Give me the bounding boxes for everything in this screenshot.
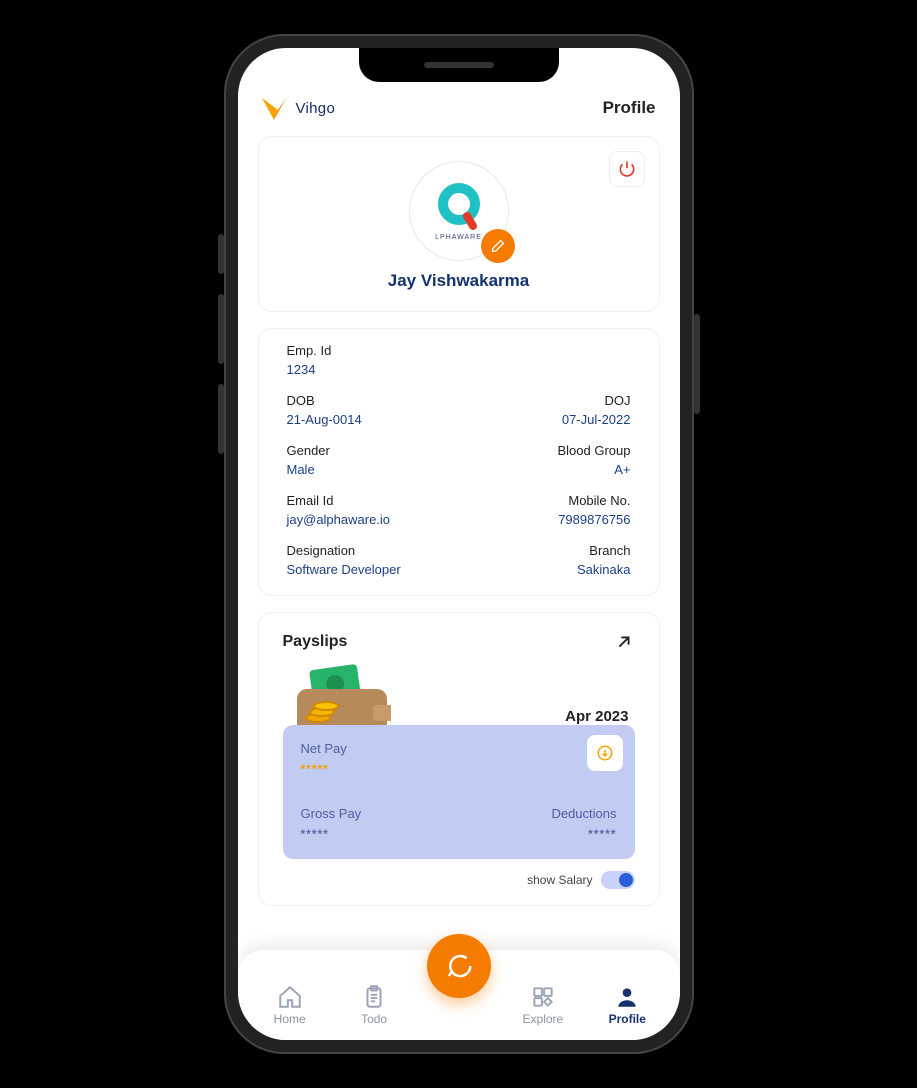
gross-pay-value: ***** bbox=[301, 827, 362, 841]
profile-name: Jay Vishwakarma bbox=[388, 271, 529, 291]
grid-icon bbox=[530, 984, 556, 1010]
avatar: LPHAWARE bbox=[409, 161, 509, 261]
edit-icon bbox=[490, 238, 506, 254]
dob-label: DOB bbox=[287, 393, 362, 408]
emp-id-label: Emp. Id bbox=[287, 343, 631, 358]
mobile-label: Mobile No. bbox=[568, 493, 630, 508]
gender-value: Male bbox=[287, 462, 330, 477]
net-pay-label: Net Pay bbox=[301, 741, 617, 756]
designation-value: Software Developer bbox=[287, 562, 401, 577]
nav-profile-label: Profile bbox=[609, 1012, 646, 1026]
branch-value: Sakinaka bbox=[577, 562, 630, 577]
edit-avatar-button[interactable] bbox=[481, 229, 515, 263]
profile-icon bbox=[614, 984, 640, 1010]
mobile-value: 7989876756 bbox=[558, 512, 630, 527]
nav-explore[interactable]: Explore bbox=[511, 984, 575, 1026]
email-label: Email Id bbox=[287, 493, 391, 508]
designation-label: Designation bbox=[287, 543, 401, 558]
emp-id-value: 1234 bbox=[287, 362, 631, 377]
show-salary-toggle[interactable] bbox=[601, 871, 635, 889]
deductions-value: ***** bbox=[588, 827, 616, 841]
open-payslips-button[interactable] bbox=[613, 631, 635, 653]
volume-up-button bbox=[218, 294, 224, 364]
brand-logo-icon bbox=[258, 92, 290, 124]
screen: Vihgo Profile LPHAWA bbox=[238, 48, 680, 1040]
nav-home-label: Home bbox=[274, 1012, 306, 1026]
gender-label: Gender bbox=[287, 443, 330, 458]
nav-todo-label: Todo bbox=[361, 1012, 387, 1026]
deductions-label: Deductions bbox=[551, 806, 616, 821]
avatar-label: LPHAWARE bbox=[435, 234, 482, 241]
wallet-illustration bbox=[283, 661, 393, 731]
gross-pay-label: Gross Pay bbox=[301, 806, 362, 821]
app-content: Vihgo Profile LPHAWA bbox=[238, 48, 680, 1040]
blood-group-label: Blood Group bbox=[558, 443, 631, 458]
nav-profile[interactable]: Profile bbox=[595, 984, 659, 1026]
bottom-nav: Home Todo Explore bbox=[238, 950, 680, 1040]
payslips-card: Payslips Apr 2023 bbox=[258, 612, 660, 906]
notch bbox=[359, 48, 559, 82]
volume-down-button bbox=[218, 384, 224, 454]
home-icon bbox=[277, 984, 303, 1010]
profile-card: LPHAWARE Jay Vishwakarma bbox=[258, 136, 660, 312]
arrow-up-right-icon bbox=[613, 631, 635, 653]
branch-label: Branch bbox=[589, 543, 630, 558]
brand-name: Vihgo bbox=[296, 100, 336, 117]
logout-button[interactable] bbox=[609, 151, 645, 187]
download-payslip-button[interactable] bbox=[587, 735, 623, 771]
show-salary-label: show Salary bbox=[527, 873, 592, 887]
employee-info-card: Emp. Id 1234 DOB 21-Aug-0014 DOJ 07-Jul-… bbox=[258, 328, 660, 596]
chat-fab[interactable] bbox=[427, 934, 491, 998]
payslips-title: Payslips bbox=[283, 633, 348, 651]
download-icon bbox=[596, 744, 614, 762]
phone-frame: Vihgo Profile LPHAWA bbox=[224, 34, 694, 1054]
side-button bbox=[218, 234, 224, 274]
nav-todo[interactable]: Todo bbox=[342, 984, 406, 1026]
doj-value: 07-Jul-2022 bbox=[562, 412, 631, 427]
email-value: jay@alphaware.io bbox=[287, 512, 391, 527]
nav-explore-label: Explore bbox=[523, 1012, 564, 1026]
netpay-card: Net Pay ***** Gross Pay ***** Deductions… bbox=[283, 725, 635, 859]
clipboard-icon bbox=[361, 984, 387, 1010]
power-side-button bbox=[694, 314, 700, 414]
net-pay-value: ***** bbox=[301, 762, 617, 776]
page-title: Profile bbox=[603, 98, 660, 118]
power-icon bbox=[617, 159, 637, 179]
nav-home[interactable]: Home bbox=[258, 984, 322, 1026]
brand: Vihgo bbox=[258, 92, 336, 124]
doj-label: DOJ bbox=[605, 393, 631, 408]
blood-group-value: A+ bbox=[614, 462, 630, 477]
chat-icon bbox=[444, 951, 474, 981]
company-logo-icon bbox=[435, 182, 483, 230]
app-header: Vihgo Profile bbox=[258, 92, 660, 124]
dob-value: 21-Aug-0014 bbox=[287, 412, 362, 427]
